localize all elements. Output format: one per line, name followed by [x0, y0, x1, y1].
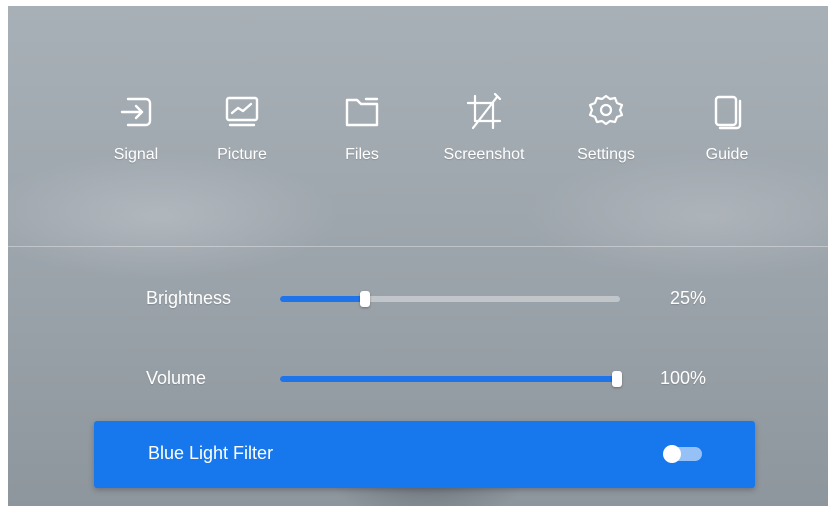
settings-button[interactable]: Settings [551, 88, 661, 178]
files-label: Files [345, 146, 379, 163]
blue-light-filter-label: Blue Light Filter [148, 443, 274, 463]
brightness-row: Brightness 25% [8, 284, 828, 314]
section-divider [8, 246, 828, 247]
volume-label: Volume [146, 368, 207, 388]
signal-label: Signal [113, 146, 159, 163]
toggle-knob [663, 445, 681, 463]
settings-label: Settings [577, 146, 635, 163]
screenshot-button[interactable]: Screenshot [429, 88, 539, 178]
volume-slider-fill [280, 376, 620, 382]
volume-slider[interactable] [280, 371, 622, 387]
volume-slider-thumb[interactable] [612, 371, 622, 387]
brightness-slider-fill [280, 296, 365, 302]
volume-row: Volume 100% [8, 364, 828, 394]
files-button[interactable]: Files [307, 88, 417, 178]
gear-icon [588, 94, 624, 126]
volume-value: 100% [659, 368, 706, 388]
guide-button[interactable]: Guide [672, 88, 782, 178]
signal-button[interactable]: Signal [81, 88, 191, 178]
crop-icon [466, 92, 502, 130]
blue-light-filter-bar[interactable]: Blue Light Filter [94, 421, 755, 488]
folder-icon [345, 97, 379, 127]
blue-light-filter-toggle[interactable] [663, 445, 702, 463]
picture-label: Picture [217, 146, 267, 163]
brightness-slider[interactable] [280, 291, 620, 307]
book-icon [714, 95, 742, 130]
brightness-value: 25% [669, 288, 706, 308]
guide-label: Guide [705, 146, 749, 163]
picture-button[interactable]: Picture [187, 88, 297, 178]
signal-input-icon [120, 97, 152, 127]
screenshot-label: Screenshot [443, 146, 525, 163]
picture-monitor-icon [225, 96, 259, 127]
brightness-slider-thumb[interactable] [360, 291, 370, 307]
brightness-label: Brightness [146, 288, 232, 308]
quick-settings-panel: Signal Picture Files Screenshot Settings… [8, 6, 828, 506]
